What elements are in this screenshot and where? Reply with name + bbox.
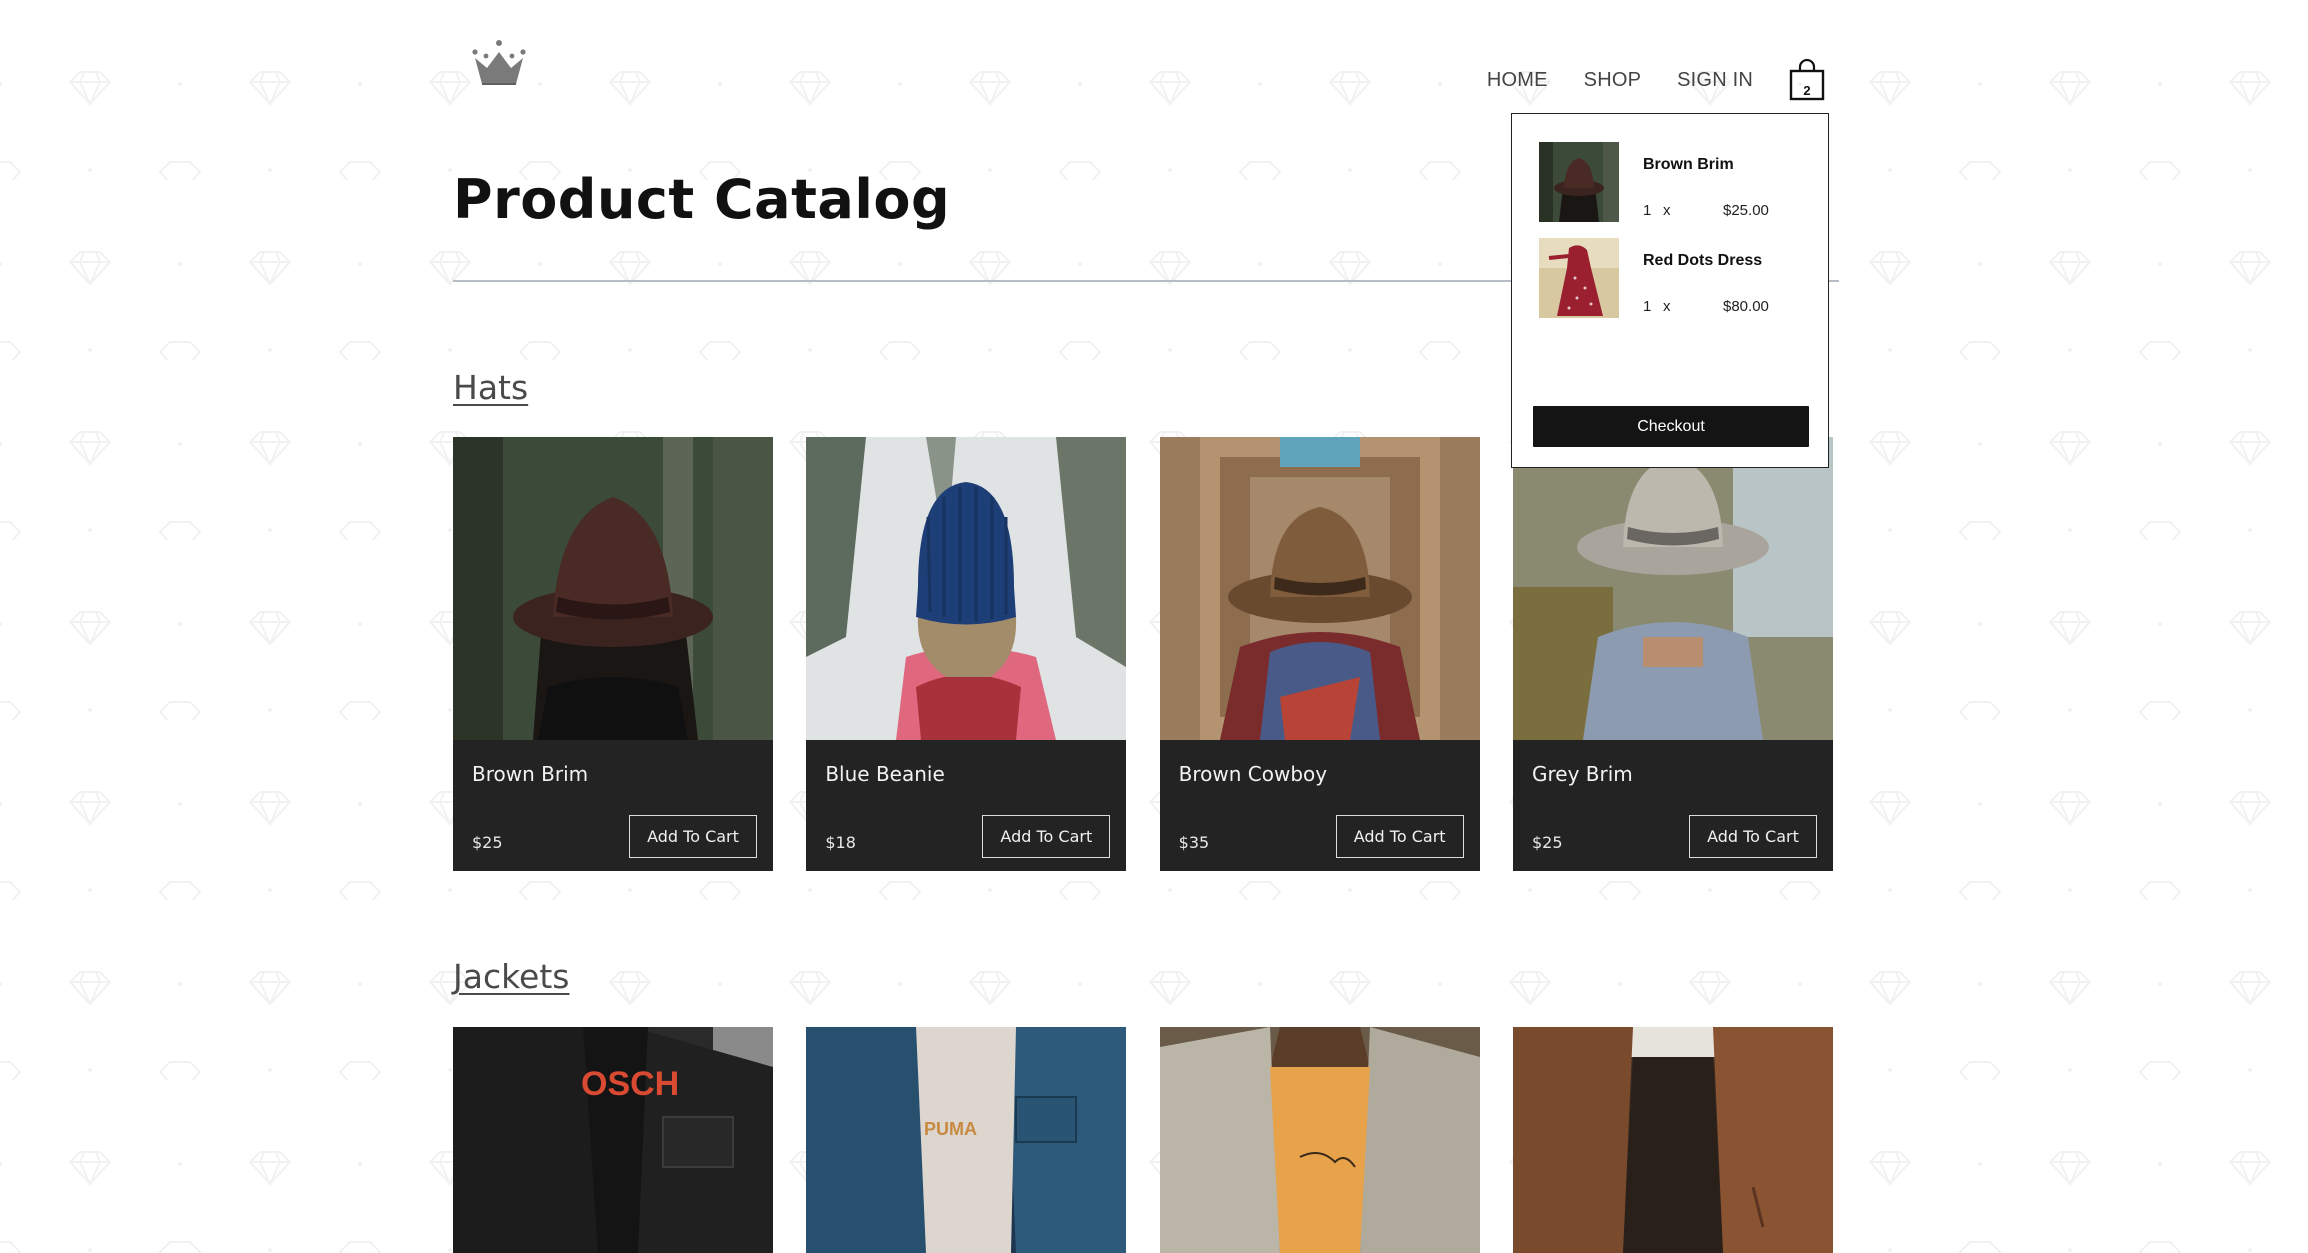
svg-text:PUMA: PUMA — [924, 1119, 977, 1139]
product-image-light-denim-jacket[interactable] — [1159, 1027, 1480, 1253]
cart-item-image — [1539, 142, 1619, 222]
jackets-grid: OSCH PUMA — [453, 1027, 1833, 1253]
nav-shop-link[interactable]: SHOP — [1584, 69, 1641, 92]
product-price: $25 — [1531, 833, 1563, 852]
product-image-brown-suede-jacket[interactable] — [1512, 1027, 1833, 1253]
product-name: Brown Cowboy — [1178, 762, 1328, 786]
cart-item-name: Red Dots Dress — [1643, 252, 1763, 269]
add-to-cart-button[interactable]: Add To Cart — [982, 815, 1111, 858]
cart-dropdown: Brown Brim 1 x $25.00 Red Dots Dress 1 x… — [1511, 113, 1829, 468]
cart-count-badge: 2 — [1803, 83, 1811, 98]
product-image-brown-cowboy[interactable] — [1159, 437, 1480, 740]
product-card-blue-beanie: Blue Beanie $18 Add To Cart — [806, 437, 1127, 871]
main-nav: HOME SHOP SIGN IN 2 — [1487, 58, 1839, 102]
cart-item-image — [1539, 238, 1619, 318]
add-to-cart-button[interactable]: Add To Cart — [1335, 815, 1464, 858]
product-card-brown-cowboy: Brown Cowboy $35 Add To Cart — [1159, 437, 1480, 871]
cart-item-quantity: 1 — [1643, 202, 1652, 219]
product-name: Grey Brim — [1531, 762, 1633, 786]
add-to-cart-button[interactable]: Add To Cart — [1688, 815, 1817, 858]
product-info: Brown Brim $25 Add To Cart — [453, 740, 773, 871]
cart-item-multiply: x — [1663, 202, 1671, 219]
cart-item-quantity: 1 — [1643, 298, 1652, 315]
product-price: $25 — [472, 833, 503, 852]
product-info: Brown Cowboy $35 Add To Cart — [1159, 740, 1480, 871]
cart-item-brown-brim: Brown Brim 1 x $25.00 — [1539, 142, 1809, 224]
product-image-blue-beanie[interactable] — [806, 437, 1127, 740]
svg-text:OSCH: OSCH — [581, 1065, 679, 1103]
product-image-grey-brim[interactable] — [1512, 437, 1833, 740]
cart-item-multiply: x — [1663, 298, 1671, 315]
product-name: Brown Brim — [472, 762, 589, 786]
section-title-jackets[interactable]: Jackets — [453, 957, 569, 996]
product-card-brown-brim: Brown Brim $25 Add To Cart — [453, 437, 773, 871]
nav-home-link[interactable]: HOME — [1487, 69, 1548, 92]
cart-item-name: Brown Brim — [1643, 156, 1734, 173]
product-info: Blue Beanie $18 Add To Cart — [806, 740, 1127, 871]
cart-item-price: $25.00 — [1723, 202, 1769, 219]
product-image-black-jacket[interactable]: OSCH — [453, 1027, 773, 1253]
shopping-bag-icon[interactable]: 2 — [1789, 58, 1825, 101]
crown-logo-icon[interactable] — [469, 38, 529, 90]
checkout-button[interactable]: Checkout — [1533, 406, 1809, 447]
product-price: $18 — [825, 833, 856, 852]
page-title: Product Catalog — [453, 168, 951, 231]
section-title-hats[interactable]: Hats — [453, 368, 528, 407]
cart-item-red-dots-dress: Red Dots Dress 1 x $80.00 — [1539, 238, 1809, 320]
product-card-grey-brim: Grey Brim $25 Add To Cart — [1512, 437, 1833, 871]
cart-item-price: $80.00 — [1723, 298, 1769, 315]
product-info: Grey Brim $25 Add To Cart — [1512, 740, 1833, 871]
nav-sign-in-link[interactable]: SIGN IN — [1677, 69, 1753, 92]
product-name: Blue Beanie — [825, 762, 945, 786]
product-price: $35 — [1178, 833, 1210, 852]
hats-grid: Brown Brim $25 Add To Cart Blue Beanie $… — [453, 437, 1833, 871]
page-container: HOME SHOP SIGN IN 2 Product Catalog Hats — [453, 0, 1839, 1253]
product-image-blue-denim-jacket[interactable]: PUMA — [806, 1027, 1127, 1253]
add-to-cart-button[interactable]: Add To Cart — [629, 815, 757, 858]
product-image-brown-brim[interactable] — [453, 437, 773, 740]
